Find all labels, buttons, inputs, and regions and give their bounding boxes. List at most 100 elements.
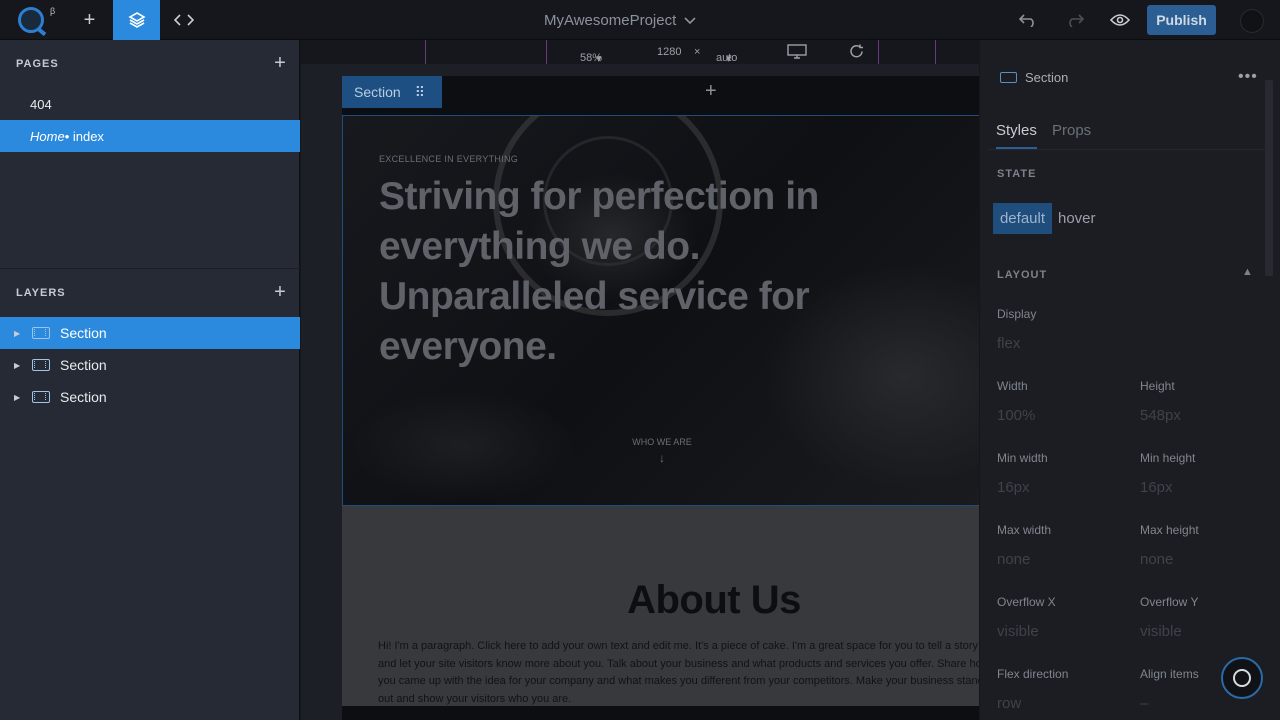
section-tag-label: Section (354, 84, 401, 100)
undo-button[interactable] (1004, 0, 1051, 40)
layers-button[interactable] (113, 0, 160, 40)
insert-section-button[interactable]: + (705, 80, 717, 103)
section-icon (32, 391, 50, 403)
top-bar: β + MyAwesomeProject Publish (0, 0, 1280, 40)
breakpoint-guide (546, 40, 547, 64)
app-logo[interactable]: β (12, 4, 56, 36)
panel-tabs: Styles Props (988, 112, 1273, 150)
min-width-label: Min width (997, 451, 1048, 465)
help-chat-button[interactable] (1221, 657, 1263, 699)
add-element-button[interactable]: + (66, 0, 113, 40)
layer-item[interactable]: ▶ Section (0, 381, 300, 413)
overflow-x-value[interactable]: visible (997, 623, 1039, 640)
chevron-down-icon (684, 16, 696, 24)
panel-divider (0, 268, 300, 269)
plus-icon: + (274, 281, 286, 303)
state-default-button[interactable]: default (993, 203, 1052, 234)
section-icon (1000, 72, 1017, 83)
caret-right-icon[interactable]: ▶ (14, 361, 32, 370)
device-select[interactable] (787, 44, 807, 62)
caret-right-icon[interactable]: ▶ (14, 329, 32, 338)
times-symbol: × (694, 46, 701, 58)
state-heading: STATE (997, 168, 1037, 180)
page-name: Home (30, 128, 65, 144)
max-height-value[interactable]: none (1140, 551, 1173, 568)
align-items-value[interactable]: – (1140, 695, 1148, 712)
pages-heading: PAGES (16, 58, 59, 70)
add-layer-button[interactable]: + (270, 282, 290, 302)
section-selection-tag[interactable]: Section ⠿ (342, 76, 442, 108)
beta-badge: β (50, 6, 56, 16)
layers-icon (127, 12, 146, 28)
width-input[interactable]: 1280 (657, 46, 681, 58)
height-value[interactable]: 548px (1140, 407, 1181, 424)
eye-icon (1109, 14, 1130, 26)
hero-heading: Striving for perfection in everything we… (379, 175, 819, 368)
layer-item[interactable]: ▶ Section (0, 317, 300, 349)
tab-styles[interactable]: Styles (996, 122, 1037, 149)
page-item-404[interactable]: 404 (0, 88, 300, 120)
hero-section[interactable]: EXCELLENCE IN EVERYTHING Striving for pe… (342, 115, 980, 506)
layer-label: Section (60, 325, 107, 341)
breakpoint-guide (935, 40, 936, 64)
width-label: Width (997, 379, 1028, 393)
overflow-y-value[interactable]: visible (1140, 623, 1182, 640)
page-item-home[interactable]: Home • index (0, 120, 300, 152)
layout-heading: LAYOUT (997, 269, 1048, 281)
max-width-label: Max width (997, 523, 1052, 537)
layer-label: Section (60, 389, 107, 405)
max-width-value[interactable]: none (997, 551, 1030, 568)
state-hover-button[interactable]: hover (1058, 210, 1096, 227)
about-paragraph: Hi! I'm a paragraph. Click here to add y… (378, 640, 980, 705)
refresh-button[interactable] (849, 44, 864, 62)
code-button[interactable] (160, 0, 207, 40)
chevron-down-icon: ▾ (726, 53, 732, 65)
about-heading: About Us (627, 578, 801, 622)
breakpoint-guide (425, 40, 426, 64)
right-panel: Section ••• Styles Props STATE default h… (979, 40, 1280, 720)
code-icon (173, 14, 194, 26)
display-label: Display (997, 307, 1037, 321)
plus-icon: + (274, 52, 286, 74)
display-value[interactable]: flex (997, 335, 1020, 352)
undo-icon (1018, 14, 1034, 27)
layer-item[interactable]: ▶ Section (0, 349, 300, 381)
page-suffix: • index (64, 128, 104, 144)
project-switcher[interactable]: MyAwesomeProject (544, 12, 696, 29)
min-height-value[interactable]: 16px (1140, 479, 1173, 496)
panel-scrollbar[interactable] (1265, 80, 1273, 276)
about-section[interactable]: About Us Hi! I'm a paragraph. Click here… (342, 506, 980, 706)
page-name: 404 (30, 96, 52, 112)
more-options-button[interactable]: ••• (1238, 68, 1258, 86)
selected-element-header: Section (1000, 70, 1068, 85)
user-avatar[interactable] (1240, 9, 1264, 33)
publish-button[interactable]: Publish (1147, 5, 1216, 35)
align-items-label: Align items (1140, 667, 1199, 681)
monitor-icon (787, 44, 807, 59)
chevron-down-icon: ▾ (596, 53, 602, 65)
selected-element-name: Section (1025, 70, 1069, 85)
min-width-value[interactable]: 16px (997, 479, 1030, 496)
flex-direction-value[interactable]: row (997, 695, 1021, 712)
overflow-y-label: Overflow Y (1140, 595, 1199, 609)
chevron-up-icon[interactable]: ▲ (1242, 266, 1253, 278)
add-page-button[interactable]: + (270, 53, 290, 73)
layers-heading: LAYERS (16, 287, 66, 299)
max-height-label: Max height (1140, 523, 1199, 537)
tab-props[interactable]: Props (1052, 122, 1091, 139)
caret-right-icon[interactable]: ▶ (14, 393, 32, 402)
preview-button[interactable] (1096, 0, 1143, 40)
redo-icon (1068, 14, 1084, 27)
redo-button[interactable] (1051, 0, 1098, 40)
logo-q-icon (18, 7, 44, 33)
drag-handle-icon[interactable]: ⠿ (415, 84, 425, 101)
arrow-down-icon: ↓ (659, 451, 665, 465)
who-we-are-link: WHO WE ARE (632, 437, 692, 447)
hero-kicker: EXCELLENCE IN EVERYTHING (379, 154, 519, 164)
plus-icon: + (83, 8, 96, 31)
project-name: MyAwesomeProject (544, 12, 677, 29)
min-height-label: Min height (1140, 451, 1196, 465)
overflow-x-label: Overflow X (997, 595, 1056, 609)
height-label: Height (1140, 379, 1175, 393)
width-value[interactable]: 100% (997, 407, 1035, 424)
